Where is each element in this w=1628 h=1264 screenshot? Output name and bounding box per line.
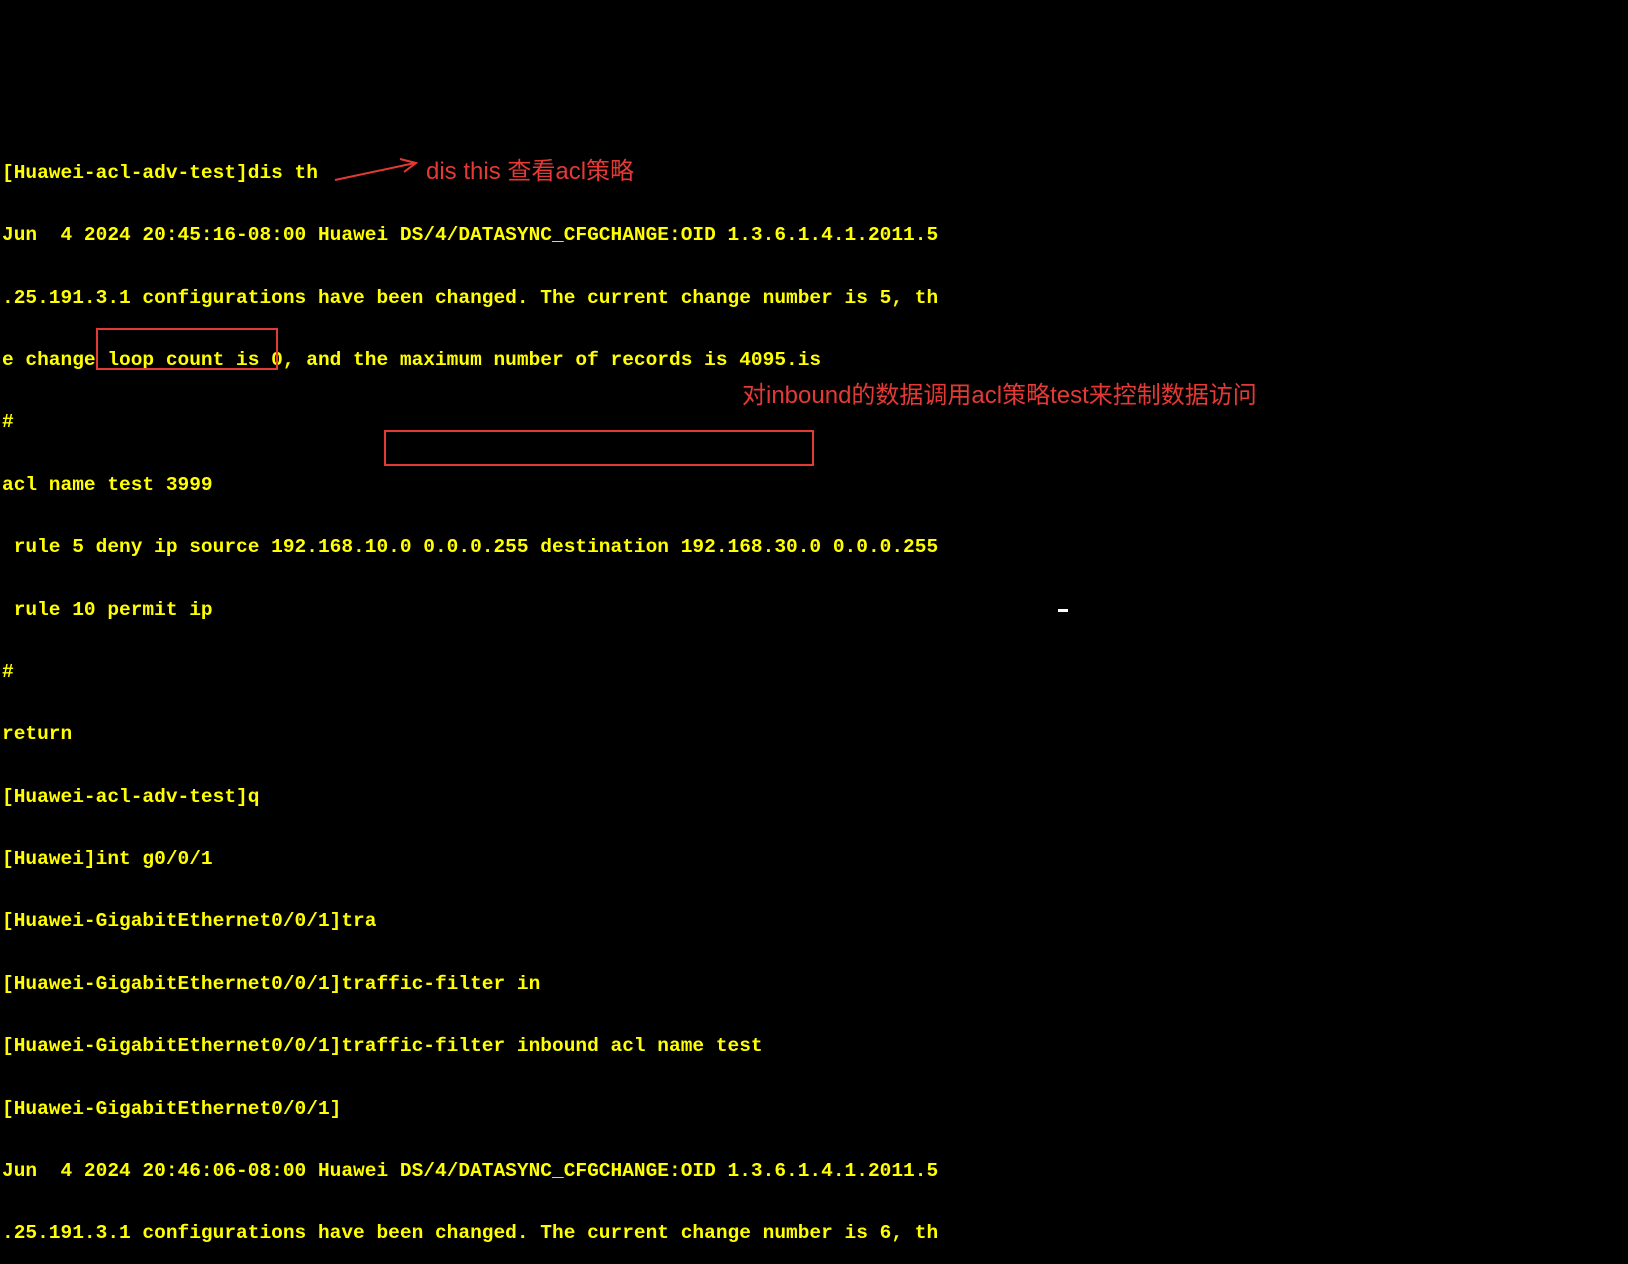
terminal-line: [Huawei-GigabitEthernet0/0/1]traffic-fil… (2, 969, 1626, 1000)
terminal-line: [Huawei-acl-adv-test]q (2, 782, 1626, 813)
terminal-line: [Huawei-GigabitEthernet0/0/1]tra (2, 906, 1626, 937)
terminal-line: Jun 4 2024 20:45:16-08:00 Huawei DS/4/DA… (2, 220, 1626, 251)
terminal-output[interactable]: [Huawei-acl-adv-test]dis th Jun 4 2024 2… (2, 127, 1626, 1264)
terminal-cursor (1058, 592, 1068, 623)
terminal-line: acl name test 3999 (2, 470, 1626, 501)
terminal-line: [Huawei-acl-adv-test]dis th (2, 158, 1626, 189)
terminal-line: e change loop count is 0, and the maximu… (2, 345, 1626, 376)
terminal-line: .25.191.3.1 configurations have been cha… (2, 1218, 1626, 1249)
terminal-line: rule 10 permit ip (2, 595, 1626, 626)
terminal-line: [Huawei]int g0/0/1 (2, 844, 1626, 875)
terminal-line: .25.191.3.1 configurations have been cha… (2, 283, 1626, 314)
terminal-line: Jun 4 2024 20:46:06-08:00 Huawei DS/4/DA… (2, 1156, 1626, 1187)
terminal-line: # (2, 407, 1626, 438)
terminal-line: [Huawei-GigabitEthernet0/0/1]traffic-fil… (2, 1031, 1626, 1062)
terminal-line: # (2, 657, 1626, 688)
terminal-line: return (2, 719, 1626, 750)
terminal-line: [Huawei-GigabitEthernet0/0/1] (2, 1094, 1626, 1125)
terminal-line: rule 5 deny ip source 192.168.10.0 0.0.0… (2, 532, 1626, 563)
